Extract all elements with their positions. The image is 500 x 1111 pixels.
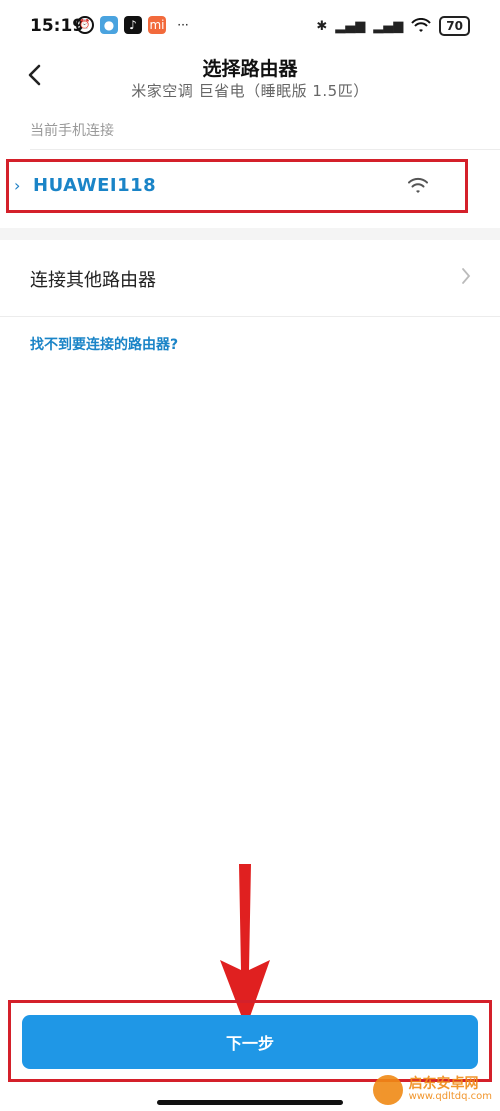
section-separator bbox=[0, 228, 500, 240]
current-wifi-item[interactable]: › HUAWEI118 bbox=[6, 159, 468, 213]
tiktok-icon: ♪ bbox=[124, 16, 142, 34]
mi-icon: mi bbox=[148, 16, 166, 34]
bluetooth-icon: ✱ bbox=[316, 18, 328, 34]
cannot-find-router-link[interactable]: 找不到要连接的路由器? bbox=[30, 334, 178, 354]
divider bbox=[30, 149, 500, 150]
home-indicator[interactable] bbox=[157, 1100, 343, 1105]
more-icon: ··· bbox=[177, 18, 189, 32]
signal-icon-2: ▂▄▆ bbox=[373, 18, 404, 34]
notification-icons: ⏰ ● ♪ mi ··· bbox=[76, 16, 194, 34]
connect-other-router-item[interactable]: 连接其他路由器 bbox=[0, 240, 500, 317]
device-subtitle: 米家空调 巨省电（睡眠版 1.5匹） bbox=[131, 82, 369, 100]
battery-indicator: 70 bbox=[439, 16, 470, 36]
watermark-url: www.qdltdq.com bbox=[408, 1091, 492, 1102]
wifi-signal-icon bbox=[408, 177, 428, 193]
page-title: 选择路由器 bbox=[202, 58, 298, 80]
wifi-ssid: HUAWEI118 bbox=[33, 175, 157, 196]
other-router-label: 连接其他路由器 bbox=[30, 270, 156, 291]
chevron-right-icon bbox=[462, 268, 471, 284]
site-watermark: 启东安卓网 www.qdltdq.com bbox=[372, 1075, 492, 1105]
signal-icon-1: ▂▄▆ bbox=[335, 18, 366, 34]
app-notification-icon: ● bbox=[100, 16, 118, 34]
system-icons: ✱ ▂▄▆ ▂▄▆ 70 bbox=[316, 16, 470, 36]
alarm-icon: ⏰ bbox=[76, 16, 94, 34]
watermark-title: 启东安卓网 bbox=[408, 1076, 479, 1092]
next-step-button[interactable]: 下一步 bbox=[22, 1015, 478, 1069]
current-connection-label: 当前手机连接 bbox=[30, 123, 114, 139]
watermark-logo bbox=[372, 1075, 403, 1105]
wifi-status-icon bbox=[411, 18, 432, 32]
chevron-right-small-icon: › bbox=[14, 176, 21, 195]
page-header: 选择路由器 米家空调 巨省电（睡眠版 1.5匹） bbox=[0, 48, 500, 108]
